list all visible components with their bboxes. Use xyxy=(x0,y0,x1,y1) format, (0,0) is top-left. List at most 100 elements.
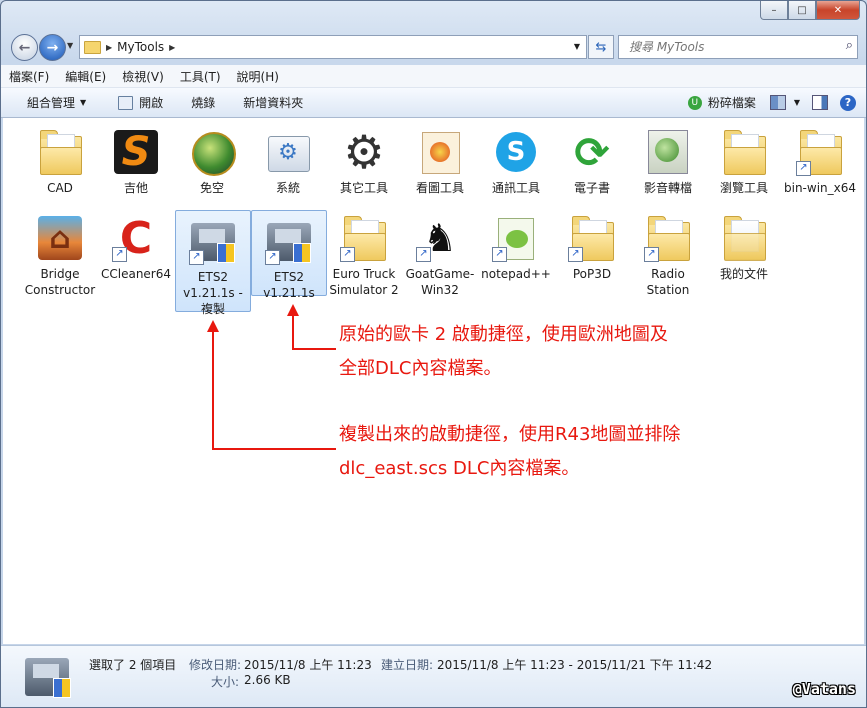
ccleaner-icon: C ↗ xyxy=(112,213,160,264)
search-box[interactable]: ⌕ xyxy=(618,35,858,59)
shortcut-item-notepadpp[interactable]: ↗ notepad++ xyxy=(479,208,553,282)
details-pane: 選取了 2 個項目 修改日期: 2015/11/8 上午 11:23 建立日期:… xyxy=(1,645,866,707)
minimize-button[interactable]: – xyxy=(760,1,788,20)
shortcut-item-ets2[interactable]: ↗ ETS2 v1.21.1s xyxy=(251,210,327,300)
annotation-original: 原始的歐卡 2 啟動捷徑，使用歐洲地圖及 全部DLC內容檔案。 xyxy=(339,318,668,386)
forward-button[interactable]: → xyxy=(39,34,66,61)
folder-item-image-tools[interactable]: 看圖工具 xyxy=(403,122,477,196)
globe-app-icon xyxy=(188,128,236,176)
shortcut-item-bin-win-x64[interactable]: ↗ bin-win_x64 xyxy=(783,122,857,196)
shortcut-item-radio-station[interactable]: ↗ Radio Station xyxy=(631,208,705,298)
item-label: Bridge Constructor xyxy=(24,267,96,297)
item-label: ETS2 v1.21.1s xyxy=(263,270,315,300)
shortcut-arrow-icon: ↗ xyxy=(568,247,583,262)
open-icon xyxy=(118,95,134,110)
folder-item-my-documents[interactable]: 我的文件 xyxy=(707,208,781,282)
refresh-button[interactable]: ⇆ xyxy=(588,35,614,59)
ets2-truck-icon: ↗ xyxy=(265,217,313,265)
open-button[interactable]: 開啟 xyxy=(108,94,173,111)
new-folder-label: 新增資料夾 xyxy=(243,96,304,110)
item-label: CCleaner64 xyxy=(100,267,172,281)
shortcut-item-euro-truck-simulator-2[interactable]: ↗ Euro Truck Simulator 2 xyxy=(327,208,401,298)
item-label: 通訊工具 xyxy=(491,181,540,195)
preview-pane-icon[interactable] xyxy=(812,95,828,110)
modified-value: 2015/11/8 上午 11:23 xyxy=(244,658,372,672)
shortcut-arrow-icon: ↗ xyxy=(492,247,507,262)
watermark: @Vatans xyxy=(792,680,856,698)
item-label: bin-win_x64 xyxy=(784,181,857,195)
burn-button[interactable]: 燒錄 xyxy=(181,94,225,111)
folder-item-communication[interactable]: S 通訊工具 xyxy=(479,122,553,196)
item-label: notepad++ xyxy=(481,267,551,281)
shred-icon: U xyxy=(687,95,702,110)
view-options-icon[interactable] xyxy=(769,95,786,110)
close-button[interactable]: ✕ xyxy=(816,1,860,20)
address-dropdown-icon[interactable]: ▼ xyxy=(574,42,580,51)
menu-view[interactable]: 檢視(V) xyxy=(114,68,172,85)
item-label: Radio Station xyxy=(646,267,690,297)
address-row: ← → ▼ ▶ MyTools ▶ ▼ ⇆ ⌕ xyxy=(1,31,866,63)
item-label: PoP3D xyxy=(572,267,612,281)
folder-item-guitar[interactable]: S 吉他 xyxy=(99,122,173,196)
file-list[interactable]: CAD S 吉他 免空 ⚙ 系統 ⚙ 其它工具 看圖工具 S 通訊工具 ⟳ 電子… xyxy=(3,118,864,644)
menu-tools[interactable]: 工具(T) xyxy=(172,68,229,85)
back-button[interactable]: ← xyxy=(11,34,38,61)
folder-item-ebook[interactable]: ⟳ 電子書 xyxy=(555,122,629,196)
media-convert-icon xyxy=(644,128,692,176)
shortcut-item-ccleaner64[interactable]: C ↗ CCleaner64 xyxy=(99,208,173,282)
item-label: CAD xyxy=(47,181,73,195)
breadcrumb-chevron-icon[interactable]: ▶ xyxy=(106,43,112,52)
image-viewer-icon xyxy=(416,128,464,176)
folder-icon xyxy=(36,128,84,176)
recent-pages-dropdown[interactable]: ▼ xyxy=(67,41,73,50)
command-bar-right: U 粉碎檔案 ▼ ? xyxy=(682,88,856,117)
folder-item-media-convert[interactable]: 影音轉檔 xyxy=(631,122,705,196)
search-icon[interactable]: ⌕ xyxy=(846,38,853,53)
documents-folder-icon xyxy=(720,214,768,262)
shortcut-arrow-icon: ↗ xyxy=(340,247,355,262)
ets2-truck-icon: ↗ xyxy=(189,217,237,265)
selection-thumbnail-icon xyxy=(25,654,71,700)
size-label: 大小: xyxy=(211,675,240,689)
shred-button[interactable]: U 粉碎檔案 xyxy=(682,94,762,111)
notepadpp-icon: ↗ xyxy=(492,214,540,262)
shortcut-item-bridge-constructor[interactable]: ⌂ Bridge Constructor xyxy=(23,208,97,298)
folder-item-browser-tools[interactable]: 瀏覽工具 xyxy=(707,122,781,196)
menu-file[interactable]: 檔案(F) xyxy=(1,68,57,85)
shortcut-arrow-icon: ↗ xyxy=(416,247,431,262)
size-value: 2.66 KB xyxy=(244,673,291,687)
breadcrumb-mytools[interactable]: MyTools xyxy=(117,40,164,54)
organize-button[interactable]: 組合管理 ▼ xyxy=(17,94,96,111)
new-folder-button[interactable]: 新增資料夾 xyxy=(233,94,313,111)
folder-icon xyxy=(720,128,768,176)
system-app-icon: ⚙ xyxy=(264,128,312,176)
folder-icon xyxy=(84,40,101,54)
chevron-down-icon[interactable]: ▼ xyxy=(794,98,800,107)
menu-edit[interactable]: 編輯(E) xyxy=(57,68,114,85)
modified-label: 修改日期: xyxy=(189,658,242,672)
shortcut-item-goatgame[interactable]: ♞ ↗ GoatGame-Win32 xyxy=(403,208,477,298)
selection-count: 選取了 2 個項目 xyxy=(89,658,177,672)
search-input[interactable] xyxy=(627,39,831,55)
folder-item-free-space[interactable]: 免空 xyxy=(175,122,249,196)
shortcut-arrow-icon: ↗ xyxy=(265,250,280,265)
folder-item-cad[interactable]: CAD xyxy=(23,122,97,196)
goat-icon: ♞ ↗ xyxy=(416,214,464,262)
shortcut-arrow-icon: ↗ xyxy=(644,247,659,262)
breadcrumb-chevron-icon[interactable]: ▶ xyxy=(169,43,175,52)
help-icon[interactable]: ? xyxy=(840,94,856,111)
address-bar[interactable]: ▶ MyTools ▶ ▼ xyxy=(79,35,587,59)
gear-app-icon: ⚙ xyxy=(343,125,385,179)
menu-help[interactable]: 說明(H) xyxy=(229,68,287,85)
chevron-down-icon: ▼ xyxy=(80,98,87,107)
folder-item-system[interactable]: ⚙ 系統 xyxy=(251,122,325,196)
shortcut-item-pop3d[interactable]: ↗ PoP3D xyxy=(555,208,629,282)
maximize-button[interactable]: □ xyxy=(788,1,816,20)
folder-item-other-tools[interactable]: ⚙ 其它工具 xyxy=(327,122,401,196)
annotation-copy: 複製出來的啟動捷徑，使用R43地圖並排除 dlc_east.scs DLC內容檔… xyxy=(339,418,680,486)
folder-shortcut-icon: ↗ xyxy=(568,214,616,262)
item-label: 電子書 xyxy=(573,181,610,195)
arrow-left-icon: ← xyxy=(18,39,31,56)
created-label: 建立日期: xyxy=(381,658,434,672)
shortcut-item-ets2-copy[interactable]: ↗ ETS2 v1.21.1s - 複製 xyxy=(175,210,251,316)
